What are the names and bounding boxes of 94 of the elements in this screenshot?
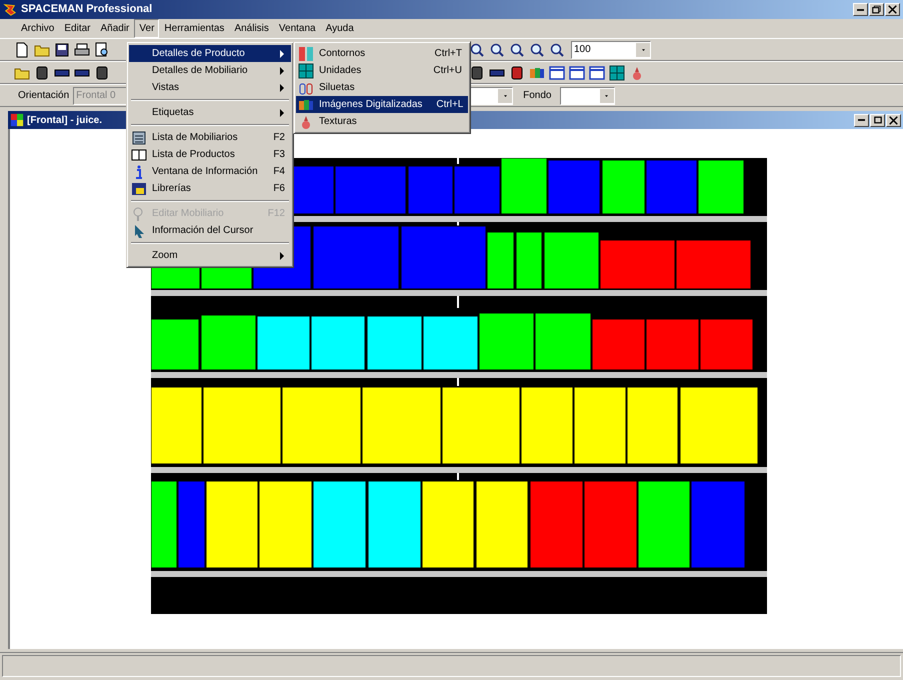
menu-item[interactable]: Contornos Ctrl+T bbox=[296, 45, 468, 62]
zoom-icon[interactable] bbox=[549, 42, 565, 58]
orientation-label: Orientación bbox=[18, 89, 70, 103]
product-block[interactable] bbox=[206, 480, 258, 568]
zoom-icon[interactable] bbox=[529, 42, 545, 58]
menu-item[interactable]: Ver bbox=[134, 19, 160, 38]
product-block[interactable] bbox=[310, 316, 366, 370]
product-block[interactable] bbox=[476, 480, 528, 568]
product-block[interactable] bbox=[698, 160, 744, 214]
menu-item[interactable]: Siluetas bbox=[296, 79, 468, 96]
zoom-in-icon[interactable] bbox=[469, 42, 485, 58]
product-block[interactable] bbox=[312, 480, 366, 568]
outline-icon bbox=[298, 46, 314, 62]
child-window-title: [Frontal] - juice. bbox=[27, 114, 102, 128]
units-icon bbox=[298, 62, 314, 78]
minimize-icon bbox=[857, 8, 864, 10]
grid-icon[interactable] bbox=[609, 64, 625, 80]
menu-item[interactable]: Información del Cursor bbox=[129, 222, 291, 239]
product-block[interactable] bbox=[422, 480, 474, 568]
window-icon[interactable] bbox=[549, 64, 565, 80]
menu-item[interactable]: Ayuda bbox=[320, 19, 359, 38]
product-icon bbox=[131, 146, 147, 162]
product-block[interactable] bbox=[362, 386, 442, 464]
product-block[interactable] bbox=[256, 316, 310, 370]
product-block[interactable] bbox=[368, 480, 422, 568]
background-label: Fondo bbox=[523, 89, 552, 103]
product-block[interactable] bbox=[638, 480, 690, 568]
product-block[interactable] bbox=[151, 386, 202, 464]
product-block[interactable] bbox=[151, 318, 200, 370]
product-block[interactable] bbox=[534, 312, 592, 370]
product-block[interactable] bbox=[422, 316, 478, 370]
product-block[interactable] bbox=[500, 158, 548, 214]
product-block[interactable] bbox=[282, 386, 362, 464]
menu-item[interactable]: Lista de Mobiliarios F2 bbox=[129, 129, 291, 146]
restore-button[interactable] bbox=[869, 3, 884, 16]
menu-item[interactable]: Lista de Productos F3 bbox=[129, 146, 291, 163]
print-icon[interactable] bbox=[74, 42, 90, 58]
new-document-icon[interactable] bbox=[14, 42, 30, 58]
zoom-icon[interactable] bbox=[509, 42, 525, 58]
list-icon bbox=[131, 130, 147, 146]
product-block[interactable] bbox=[151, 480, 178, 568]
menu-item[interactable]: Zoom bbox=[129, 247, 291, 264]
menu-item[interactable]: Ventana de Información F4 bbox=[129, 163, 291, 180]
window-icon[interactable] bbox=[589, 64, 605, 80]
minimize-icon bbox=[858, 119, 865, 121]
product-block[interactable] bbox=[478, 312, 534, 370]
restore-button[interactable] bbox=[870, 114, 885, 126]
zoom-combo[interactable]: 100 bbox=[571, 40, 651, 58]
product-block[interactable] bbox=[602, 160, 646, 214]
print-preview-icon[interactable] bbox=[94, 42, 110, 58]
close-icon bbox=[889, 116, 898, 124]
dropdown-arrow-icon bbox=[640, 48, 646, 52]
library-icon bbox=[131, 180, 147, 196]
close-icon bbox=[888, 5, 897, 14]
window-icon[interactable] bbox=[569, 64, 585, 80]
product-block[interactable] bbox=[574, 386, 626, 464]
menu-item[interactable]: Detalles de Producto bbox=[129, 45, 291, 62]
minimize-button[interactable] bbox=[853, 3, 868, 16]
close-button[interactable] bbox=[885, 3, 900, 16]
close-button[interactable] bbox=[886, 114, 901, 126]
menu-item[interactable]: Texturas bbox=[296, 113, 468, 130]
product-block[interactable] bbox=[202, 386, 282, 464]
menu-item[interactable]: Librerías F6 bbox=[129, 180, 291, 197]
minimize-button[interactable] bbox=[854, 114, 869, 126]
product-block[interactable] bbox=[516, 232, 542, 290]
product-block[interactable] bbox=[366, 316, 422, 370]
product-block[interactable] bbox=[442, 386, 520, 464]
restore-icon bbox=[874, 116, 882, 124]
menu-item[interactable]: Ventana bbox=[274, 19, 321, 38]
background-combo[interactable] bbox=[560, 86, 614, 104]
menu-item[interactable]: Archivo bbox=[16, 19, 60, 38]
restore-icon bbox=[872, 5, 881, 14]
document-window-icon bbox=[10, 113, 24, 127]
menu-item[interactable]: Unidades Ctrl+U bbox=[296, 62, 468, 79]
menu-item[interactable]: Análisis bbox=[229, 19, 274, 38]
dropdown-arrow-icon bbox=[603, 94, 610, 98]
menu-item[interactable]: Editar bbox=[59, 19, 96, 38]
menu-item[interactable]: Detalles de Mobiliario bbox=[129, 62, 291, 79]
product-block[interactable] bbox=[680, 386, 758, 464]
menu-item[interactable]: Etiquetas bbox=[129, 104, 291, 121]
menu-item[interactable]: Imágenes Digitalizadas Ctrl+L bbox=[296, 96, 468, 113]
save-icon[interactable] bbox=[54, 42, 70, 58]
app-logo-icon bbox=[3, 2, 17, 16]
product-block[interactable] bbox=[626, 386, 678, 464]
window-title: SPACEMAN Professional bbox=[21, 2, 152, 18]
dropdown-arrow-icon bbox=[502, 94, 509, 98]
product-block[interactable] bbox=[486, 232, 514, 290]
menu-item[interactable]: Herramientas bbox=[159, 19, 230, 38]
product-block[interactable] bbox=[520, 386, 574, 464]
product-block[interactable] bbox=[544, 232, 600, 290]
zoom-out-icon[interactable] bbox=[489, 42, 505, 58]
product-block[interactable] bbox=[200, 314, 256, 370]
product-block[interactable] bbox=[258, 480, 312, 568]
menu-item[interactable]: Añadir bbox=[95, 19, 134, 38]
